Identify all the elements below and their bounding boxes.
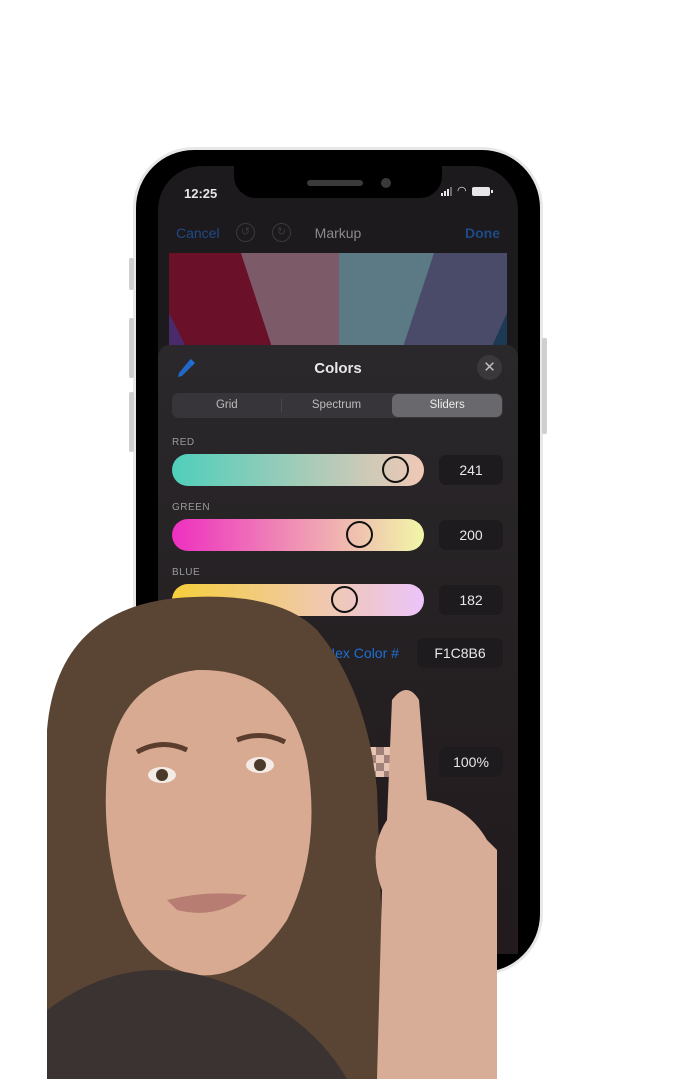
red-value-field[interactable]: 241 (439, 455, 503, 485)
green-value-field[interactable]: 200 (439, 520, 503, 550)
presenter-left-iris (156, 769, 168, 781)
front-camera (381, 178, 391, 188)
cellular-signal-icon (441, 186, 452, 196)
color-mode-segmented-control: Grid Spectrum Sliders (172, 393, 503, 418)
markup-canvas-image[interactable] (169, 253, 507, 353)
speaker (307, 180, 363, 186)
done-button[interactable]: Done (465, 225, 500, 241)
status-time: 12:25 (184, 186, 218, 201)
green-label: GREEN (172, 502, 211, 513)
green-slider-thumb[interactable] (346, 521, 374, 548)
page-title: Markup (314, 225, 362, 241)
presenter-video-overlay (47, 596, 497, 1079)
presenter-right-iris (254, 759, 266, 771)
battery-icon (471, 187, 493, 196)
volume-down-button (129, 392, 134, 452)
tab-spectrum[interactable]: Spectrum (282, 393, 392, 418)
close-icon[interactable]: ✕ (477, 355, 502, 380)
blue-label: BLUE (172, 567, 201, 578)
red-slider-thumb[interactable] (381, 456, 409, 483)
sheet-title: Colors (314, 360, 362, 377)
wifi-icon: ◠ (457, 185, 467, 197)
tab-grid[interactable]: Grid (172, 393, 282, 418)
red-label: RED (172, 437, 195, 448)
volume-up-button (129, 318, 134, 378)
presenter-hand (375, 690, 497, 1079)
markup-navbar: Cancel ↺ ↻ Markup Done (158, 222, 518, 246)
tab-sliders[interactable]: Sliders (392, 394, 503, 417)
status-icons: ◠ (441, 185, 493, 197)
power-button (542, 338, 547, 434)
green-slider[interactable] (172, 519, 424, 551)
mute-switch (129, 258, 134, 290)
red-slider[interactable] (172, 454, 424, 486)
